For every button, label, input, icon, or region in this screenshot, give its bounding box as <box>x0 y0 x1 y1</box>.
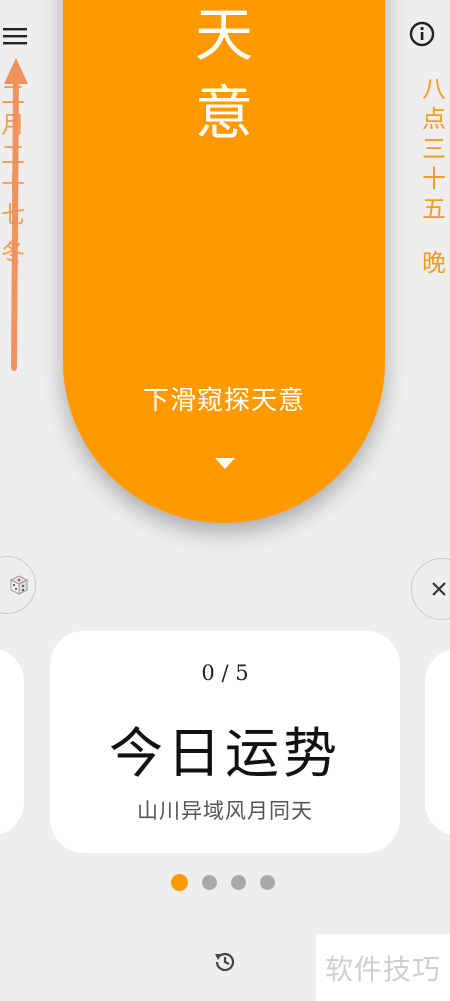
dice-icon <box>9 575 29 595</box>
oracle-title: 天意 <box>194 1 253 147</box>
info-button[interactable] <box>408 20 436 48</box>
time-of-day: 八点三十五 晚 <box>420 74 448 278</box>
menu-icon <box>3 28 27 45</box>
close-icon <box>432 582 446 596</box>
page-dot-1[interactable] <box>171 874 188 891</box>
oracle-pulldown-card[interactable]: 天意 下滑窥探天意 <box>63 0 385 523</box>
page-dot-4[interactable] <box>260 875 275 890</box>
close-button[interactable] <box>411 558 450 620</box>
fortune-card[interactable]: 0 / 5 今日运势 山川异域风月同天 <box>50 631 400 853</box>
history-button[interactable] <box>211 948 239 976</box>
page-dot-3[interactable] <box>231 875 246 890</box>
next-card[interactable] <box>425 648 450 836</box>
draw-counter: 0 / 5 <box>201 661 249 685</box>
random-button[interactable] <box>0 556 36 614</box>
app-screen: 二月二十七 冬 八点三十五 晚 天意 下滑窥探天意 <box>0 0 450 1001</box>
fortune-title: 今日运势 <box>109 722 341 785</box>
watermark: 软件技巧 <box>316 934 450 1001</box>
oracle-hint: 下滑窥探天意 <box>142 386 305 416</box>
page-dot-2[interactable] <box>202 875 217 890</box>
fortune-subtitle: 山川异域风月同天 <box>137 799 313 823</box>
annotation-arrow <box>4 58 28 371</box>
history-icon <box>215 952 235 972</box>
menu-button[interactable] <box>0 24 30 48</box>
period-text: 晚 <box>422 249 446 277</box>
previous-card[interactable] <box>0 648 24 836</box>
page-indicator <box>171 874 275 891</box>
caret-down-icon <box>215 458 235 469</box>
time-text: 八点三十五 <box>422 75 446 223</box>
info-icon <box>409 21 435 47</box>
